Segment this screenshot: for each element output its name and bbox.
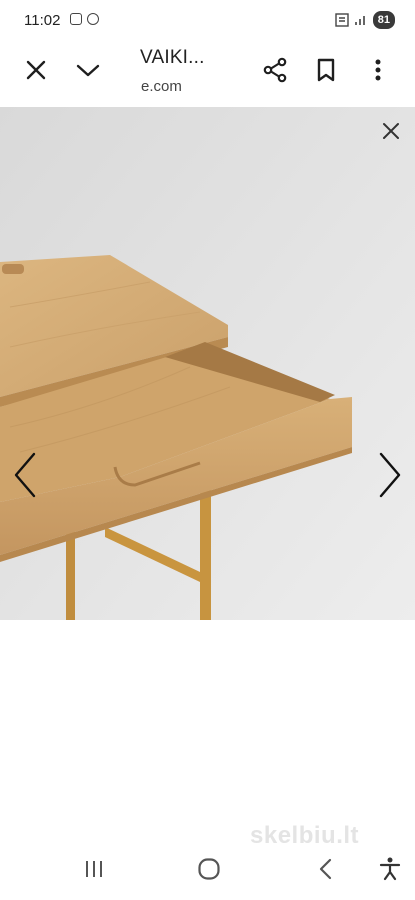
- recents-icon[interactable]: [79, 854, 109, 884]
- home-icon[interactable]: [194, 854, 224, 884]
- status-time: 11:02: [24, 12, 61, 29]
- status-right: 81: [335, 11, 395, 29]
- page-title: VAIKI...: [140, 47, 205, 68]
- back-icon[interactable]: [311, 854, 341, 884]
- screenshot-icon: [70, 13, 82, 25]
- close-icon[interactable]: [20, 54, 52, 86]
- chevron-down-icon[interactable]: [72, 54, 104, 86]
- page-url: e.com: [141, 78, 182, 95]
- system-nav-bar: [0, 838, 415, 900]
- bookmark-icon[interactable]: [310, 54, 342, 86]
- custom-tab-toolbar: VAIKI... e.com: [0, 42, 415, 106]
- accessibility-icon[interactable]: [375, 854, 405, 884]
- chevron-left-icon[interactable]: [10, 450, 42, 500]
- share-icon[interactable]: [259, 54, 291, 86]
- battery-icon: 81: [372, 11, 395, 29]
- chrome-icon: [87, 13, 99, 25]
- wifi-icon: [335, 13, 349, 27]
- more-vert-icon[interactable]: [362, 54, 394, 86]
- image-viewer: [0, 107, 415, 620]
- signal-icon: [354, 16, 365, 25]
- status-bar: 11:02 81: [0, 0, 415, 42]
- chevron-right-icon[interactable]: [373, 450, 405, 500]
- status-notification-icons: [70, 13, 99, 25]
- close-icon[interactable]: [379, 119, 403, 143]
- product-photo: [0, 107, 415, 620]
